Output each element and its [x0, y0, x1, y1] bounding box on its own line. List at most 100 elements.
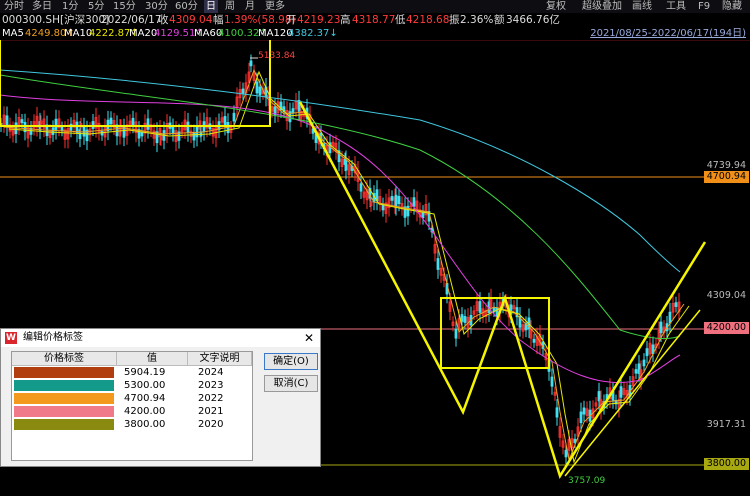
quote-bar: 000300.SH[沪深300] 2022/06/17 收 4309.04 幅 … [0, 13, 750, 27]
candle-body [421, 211, 425, 219]
hide-button[interactable]: 隐藏 [722, 0, 742, 13]
draw-line-button[interactable]: 画线 [632, 0, 652, 13]
candle-body [668, 311, 672, 324]
period-tab-60min[interactable]: 60分 [175, 0, 198, 13]
cancel-button[interactable]: 取消(C) [264, 375, 318, 392]
header-note: 文字说明 [188, 352, 252, 366]
period-tab-1min[interactable]: 1分 [62, 0, 78, 13]
candle-body [478, 301, 482, 313]
candle-body [20, 119, 24, 124]
candle-body [195, 125, 199, 138]
ma5-label: MA5 [2, 28, 24, 39]
trend-line [564, 309, 701, 477]
change-label: 幅 [213, 14, 224, 26]
color-swatch[interactable] [14, 419, 114, 430]
price-axis-label: 4309.04 [706, 290, 746, 301]
candle-body [397, 195, 401, 205]
color-swatch[interactable] [14, 393, 114, 404]
ma10-label: MA10 [64, 28, 93, 39]
tag-value: 5904.19 [124, 367, 166, 378]
change-value: 1.39%(58.98) [224, 14, 296, 26]
close-icon[interactable]: ✕ [304, 329, 314, 347]
period-tab-more[interactable]: 更多 [265, 0, 285, 13]
period-tab-week[interactable]: 周 [225, 0, 235, 13]
price-tag-3800[interactable]: 3800.00 [703, 458, 749, 470]
candle-body [454, 328, 458, 339]
amplitude-label: 振 [449, 14, 460, 26]
candle-body [564, 449, 568, 458]
low-label: 低 [395, 14, 406, 26]
overlay-button[interactable]: 超级叠加 [582, 0, 622, 13]
amplitude-value: 2.36% [460, 14, 494, 26]
period-tab-30min[interactable]: 30分 [145, 0, 168, 13]
adjust-button[interactable]: 复权 [546, 0, 566, 13]
candle-body [82, 126, 86, 137]
color-swatch[interactable] [14, 367, 114, 378]
period-tab-month[interactable]: 月 [245, 0, 255, 13]
open-value: 4219.23 [297, 14, 341, 26]
color-swatch[interactable] [14, 380, 114, 391]
price-tag-4200[interactable]: 4200.00 [703, 322, 749, 334]
tag-note: 2024 [198, 367, 224, 378]
candle-body [54, 118, 58, 131]
candle-body [60, 126, 64, 131]
f9-button[interactable]: F9 [698, 0, 710, 13]
open-label: 开 [286, 14, 297, 26]
high-price-label: 5133.84 [258, 51, 296, 61]
price-axis-label: 4739.94 [706, 160, 746, 171]
candle-body [463, 316, 467, 323]
candle-body [186, 121, 190, 133]
tag-value: 4200.00 [124, 406, 166, 417]
dialog-title: 编辑价格标签 [23, 332, 83, 343]
period-toolbar: 分时 多日 1分 5分 15分 30分 60分 日 周 月 更多 复权 超级叠加… [0, 0, 750, 13]
price-tag-4700[interactable]: 4700.94 [703, 171, 749, 183]
dialog-titlebar: W 编辑价格标签 ✕ [1, 329, 320, 347]
security-code: 000300.SH[沪深300] [2, 14, 110, 26]
candle-body [192, 132, 196, 141]
period-tab-15min[interactable]: 15分 [113, 0, 136, 13]
period-tab-multiday[interactable]: 多日 [32, 0, 52, 13]
amount-value: 3466.76亿 [506, 14, 560, 26]
candle-body [460, 314, 464, 322]
candle-body [241, 88, 245, 94]
ok-button[interactable]: 确定(O) [264, 353, 318, 370]
candle-body [582, 407, 586, 415]
candle-body [634, 369, 638, 374]
candle-body [171, 125, 175, 135]
candle-body [579, 411, 583, 424]
ma120-value: 4382.37↓ [288, 28, 338, 39]
header-tag: 价格标签 [12, 352, 117, 366]
candle-body [344, 159, 348, 171]
app-logo-icon: W [5, 332, 17, 344]
period-tab-5min[interactable]: 5分 [88, 0, 104, 13]
amount-label: 额 [494, 14, 505, 26]
period-tab-intraday[interactable]: 分时 [4, 0, 24, 13]
ma120-line [0, 69, 681, 273]
candle-body [109, 117, 113, 125]
tools-button[interactable]: 工具 [666, 0, 686, 13]
period-tab-day[interactable]: 日 [204, 0, 218, 13]
candle-body [406, 205, 410, 217]
date-range: 2021/08/25-2022/06/17(194日) [590, 28, 746, 39]
low-price-label: 3757.09 [568, 476, 606, 486]
close-value: 4309.04 [169, 14, 213, 26]
price-axis-label: 3917.31 [706, 419, 746, 430]
tag-note: 2023 [198, 380, 224, 391]
wave-line [298, 101, 707, 479]
candle-body [140, 131, 144, 137]
candle-body [532, 338, 536, 343]
candle-body [297, 99, 301, 112]
tag-note: 2021 [198, 406, 224, 417]
candle-body [394, 194, 398, 207]
candle-body [122, 127, 126, 138]
candle-body [232, 112, 236, 122]
tag-note: 2022 [198, 393, 224, 404]
candle-body [642, 359, 646, 367]
color-swatch[interactable] [14, 406, 114, 417]
candle-body [131, 117, 135, 126]
candle-body [555, 407, 559, 418]
candle-body [255, 81, 259, 94]
candle-body [659, 321, 663, 334]
ma60-line [0, 74, 681, 339]
tag-note: 2020 [198, 419, 224, 430]
